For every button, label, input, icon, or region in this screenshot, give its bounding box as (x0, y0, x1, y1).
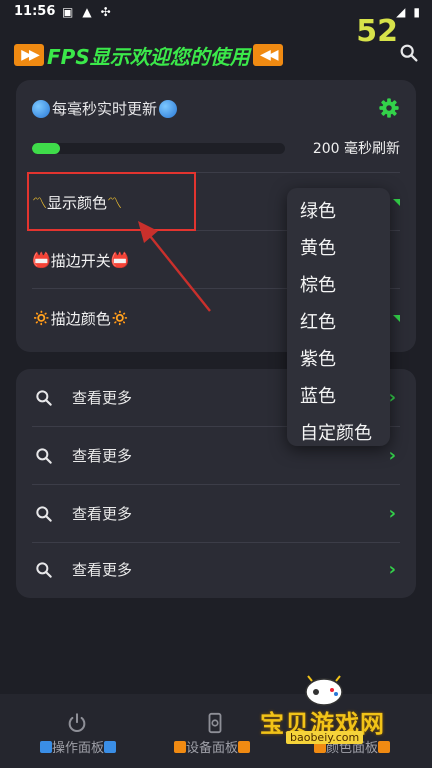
sun-icon: 🔅 (110, 309, 130, 327)
fps-counter: 52 (356, 14, 398, 49)
chevron-right-icon: › (388, 445, 396, 466)
nav-label: 设备面板 (185, 741, 238, 756)
nav-item-operation[interactable]: 操作面板 (0, 694, 144, 768)
gamepad-logo-icon (305, 675, 343, 706)
menu-item-custom[interactable]: 自定颜色 (300, 419, 372, 445)
list-item-label: 查看更多 (72, 505, 133, 523)
photo-icon: ▣ (62, 5, 74, 19)
nav-label: 操作面板 (51, 741, 104, 756)
stop-icon (378, 741, 390, 753)
chevron-right-icon: › (388, 503, 396, 524)
list-item-label: 查看更多 (72, 389, 133, 407)
status-icons-left: ▣ ▲ ✣ (62, 5, 111, 19)
search-icon (36, 447, 52, 464)
menu-item-brown[interactable]: 棕色 (300, 271, 336, 297)
list-item-label: 查看更多 (72, 561, 133, 579)
update-title: 每毫秒实时更新 (52, 100, 158, 118)
phone-settings-icon (208, 712, 222, 734)
list-item[interactable]: 查看更多 › (32, 541, 400, 598)
badge-icon: 📛 (110, 251, 130, 269)
menu-item-red[interactable]: 红色 (300, 308, 336, 334)
search-icon (36, 505, 52, 522)
menu-item-yellow[interactable]: 黄色 (300, 234, 336, 260)
rewind-icon: ◀◀ (252, 44, 283, 66)
color-dropdown-menu: 绿色 黄色 棕色 红色 紫色 蓝色 自定颜色 (287, 188, 390, 446)
search-icon (36, 389, 52, 406)
refresh-icon (104, 741, 116, 753)
stop-icon (173, 741, 186, 753)
badge-icon: 📛 (32, 251, 51, 269)
nav-label-row: 操作面板 (6, 737, 150, 756)
watermark: 宝贝游戏网 baobeiy.com (252, 672, 428, 744)
sun-icon: 🔅 (32, 309, 51, 327)
update-title-row: 每毫秒实时更新 (32, 98, 178, 119)
stop-icon (238, 741, 250, 753)
menu-item-green[interactable]: 绿色 (300, 197, 336, 223)
dropdown-arrow-icon (393, 314, 400, 322)
refresh-label: 200 毫秒刷新 (312, 141, 400, 157)
alert-icon: ▲ (82, 5, 92, 19)
fast-forward-icon: ▶▶ (14, 44, 44, 66)
settings-notify-icon: ✣ (100, 5, 111, 19)
list-item-label: 查看更多 (72, 447, 133, 465)
menu-item-purple[interactable]: 紫色 (300, 345, 336, 371)
list-item[interactable]: 查看更多 › (32, 485, 400, 542)
stroke-color-label: 描边颜色 (50, 309, 111, 328)
annotation-arrow (138, 221, 211, 312)
search-icon (36, 561, 52, 578)
battery-icon: ▮ (413, 5, 420, 19)
menu-item-blue[interactable]: 蓝色 (300, 382, 336, 408)
dropdown-arrow-icon (393, 198, 400, 206)
power-icon (68, 713, 86, 732)
gear-icon[interactable] (378, 97, 400, 119)
refresh-slider-fill (32, 143, 60, 154)
search-icon[interactable] (398, 42, 420, 64)
globe-icon (159, 99, 178, 118)
watermark-url: baobeiy.com (286, 731, 364, 744)
app-header: ▶▶ FPS显示欢迎您的使用 ◀◀ (14, 40, 283, 70)
refresh-slider[interactable] (32, 143, 285, 154)
refresh-icon (39, 741, 52, 753)
app-title: FPS显示欢迎您的使用 (47, 44, 250, 69)
stroke-toggle-label: 描边开关 (50, 251, 111, 270)
chevron-right-icon: › (388, 559, 396, 580)
status-time: 11:56 (14, 4, 56, 19)
status-icons-right: ◢ ▮ (396, 5, 420, 19)
globe-icon (32, 99, 50, 118)
